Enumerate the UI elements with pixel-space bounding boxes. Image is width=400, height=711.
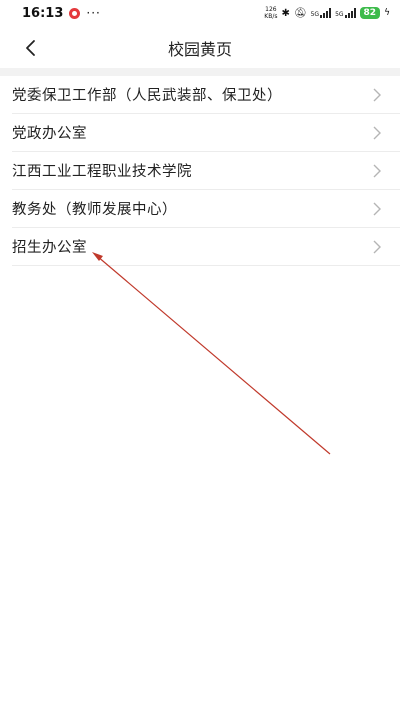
list-item-label: 招生办公室 [12,240,87,256]
chevron-right-icon [373,164,381,178]
signal-2: 5G [335,8,356,18]
status-time: 16:13 [22,5,64,21]
charging-icon: ϟ [384,8,390,18]
list-item-label: 党政办公室 [12,126,87,142]
chevron-right-icon [373,240,381,254]
signal-1: 5G [310,8,332,18]
network-speed: 126 KB/s [264,6,277,20]
battery-level: 82 [359,7,381,19]
signal-1-type: 5G [310,11,320,18]
network-speed-unit: KB/s [264,13,278,20]
bluetooth-icon: ✱ [281,7,290,19]
back-button[interactable] [14,32,46,64]
page-title: 校园黄页 [167,40,232,59]
list-item-college[interactable]: 江西工业工程职业技术学院 [12,152,400,190]
chevron-right-icon [373,126,381,140]
screen-record-icon [69,7,81,19]
annotation-arrow-shaft [96,255,331,455]
network-speed-value: 126 [265,6,277,13]
list-item-security-department[interactable]: 党委保卫工作部（人民武装部、保卫处） [12,76,400,114]
list-item-label: 党委保卫工作部（人民武装部、保卫处） [12,88,282,104]
signal-bars-icon [344,8,356,18]
navigation-bar: 校园黄页 [0,26,400,70]
mute-icon: 🔕︎ [293,7,307,19]
status-left: 16:13 ··· [22,6,101,21]
signal-bars-icon [320,8,332,18]
chevron-right-icon [373,202,381,216]
list-item-label: 教务处（教师发展中心） [12,202,177,218]
more-notifications-icon: ··· [86,6,101,20]
list-item-label: 江西工业工程职业技术学院 [12,164,192,180]
chevron-right-icon [373,88,381,102]
chevron-left-icon [26,40,35,56]
header-divider [0,68,400,76]
status-bar: 16:13 ··· 126 KB/s ✱ 🔕︎ 5G 5G 82 ϟ [0,0,400,26]
signal-2-type: 5G [335,11,344,18]
list-item-academic-affairs[interactable]: 教务处（教师发展中心） [12,190,400,228]
status-right: 126 KB/s ✱ 🔕︎ 5G 5G 82 ϟ [264,6,390,20]
list-item-admissions-office[interactable]: 招生办公室 [12,228,400,266]
list-item-party-office[interactable]: 党政办公室 [12,114,400,152]
directory-list: 党委保卫工作部（人民武装部、保卫处） 党政办公室 江西工业工程职业技术学院 教务… [0,76,400,266]
